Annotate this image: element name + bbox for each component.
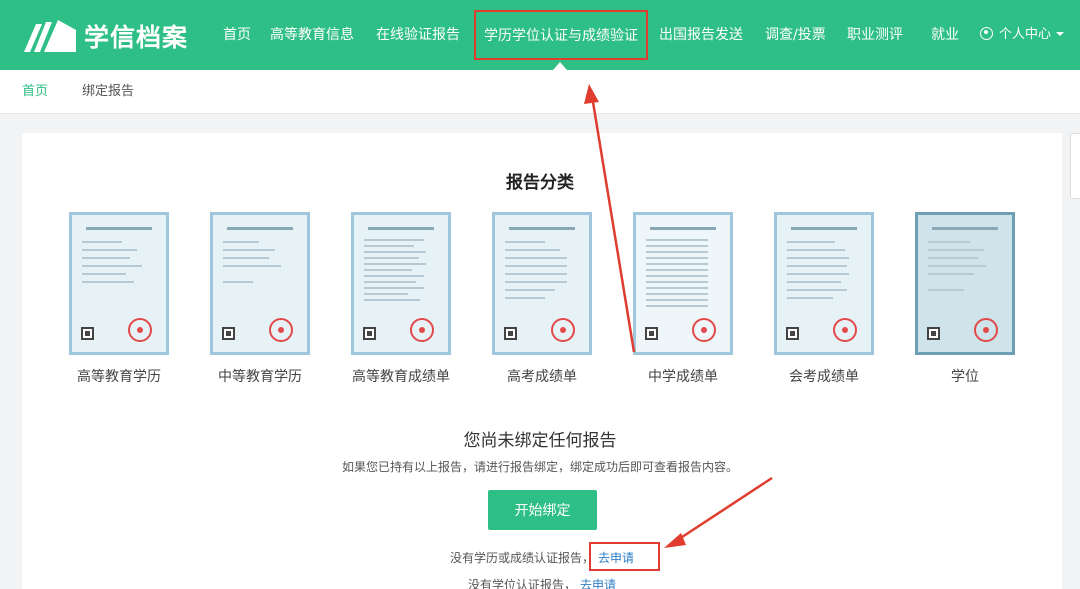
logo-text: 学信档案 (84, 23, 189, 52)
start-binding-button[interactable]: 开始绑定 (488, 490, 597, 530)
user-circle-icon (980, 27, 993, 40)
report-label: 会考成绩单 (789, 369, 859, 385)
seal-icon (128, 318, 152, 342)
user-center-menu[interactable]: 个人中心 (980, 0, 1065, 70)
nav-career-test[interactable]: 职业测评 (847, 0, 903, 70)
report-thumbnail (351, 212, 451, 355)
seal-icon (410, 318, 434, 342)
report-thumbnail (915, 212, 1015, 355)
report-thumbnail (492, 212, 592, 355)
seal-icon (269, 318, 293, 342)
report-thumbnail (774, 212, 874, 355)
qr-code-icon (645, 327, 658, 340)
qr-code-icon (927, 327, 940, 340)
no-diploma-report-text: 没有学历或成绩认证报告， (450, 551, 595, 565)
nav-survey-vote[interactable]: 调查/投票 (765, 0, 826, 70)
qr-code-icon (81, 327, 94, 340)
seal-icon (692, 318, 716, 342)
qr-code-icon (363, 327, 376, 340)
seal-icon (833, 318, 857, 342)
breadcrumb: 首页 绑定报告 (0, 70, 1080, 114)
report-label: 学位 (951, 369, 979, 385)
seal-icon (974, 318, 998, 342)
nav-degree-certification[interactable]: 学历学位认证与成绩验证 (474, 10, 648, 60)
breadcrumb-home[interactable]: 首页 (22, 70, 48, 114)
nav-employment[interactable]: 就业 (931, 0, 959, 70)
report-secondary-education-diploma[interactable] (210, 212, 310, 355)
user-center-label: 个人中心 (999, 27, 1052, 42)
no-degree-report-text: 没有学位认证报告， (468, 578, 577, 589)
apply-degree-link[interactable]: 去申请 (580, 576, 616, 589)
report-middle-school-transcript[interactable] (633, 212, 733, 355)
report-thumbnail (633, 212, 733, 355)
qr-code-icon (504, 327, 517, 340)
logo[interactable]: 学信档案 (22, 14, 192, 58)
nav-home[interactable]: 首页 (223, 0, 251, 70)
apply-diploma-link[interactable]: 去申请 (598, 549, 634, 566)
report-thumbnail (210, 212, 310, 355)
report-label: 中等教育学历 (218, 369, 302, 385)
active-nav-indicator (553, 62, 567, 70)
empty-state-description: 如果您已持有以上报告，请进行报告绑定，绑定成功后即可查看报告内容。 (341, 460, 738, 474)
report-degree[interactable] (915, 212, 1015, 355)
caret-down-icon (1056, 32, 1065, 36)
report-huikao-transcript[interactable] (774, 212, 874, 355)
report-label: 高考成绩单 (507, 369, 577, 385)
qr-code-icon (786, 327, 799, 340)
nav-higher-education[interactable]: 高等教育信息 (270, 0, 354, 70)
nav-online-verification[interactable]: 在线验证报告 (376, 0, 460, 70)
report-higher-education-diploma[interactable] (69, 212, 169, 355)
report-higher-education-transcript[interactable] (351, 212, 451, 355)
section-title: 报告分类 (506, 173, 574, 193)
report-label: 高等教育成绩单 (352, 369, 450, 385)
seal-icon (551, 318, 575, 342)
report-label: 中学成绩单 (648, 369, 718, 385)
nav-abroad-report[interactable]: 出国报告发送 (659, 0, 743, 70)
top-nav-bar: 学信档案 首页 高等教育信息 在线验证报告 学历学位认证与成绩验证 出国报告发送… (0, 0, 1080, 70)
report-label: 高等教育学历 (77, 369, 161, 385)
book-icon (24, 20, 76, 52)
report-thumbnail (69, 212, 169, 355)
breadcrumb-current: 绑定报告 (82, 84, 135, 99)
qr-code-icon (222, 327, 235, 340)
empty-state-title: 您尚未绑定任何报告 (463, 431, 617, 451)
report-gaokao-transcript[interactable] (492, 212, 592, 355)
